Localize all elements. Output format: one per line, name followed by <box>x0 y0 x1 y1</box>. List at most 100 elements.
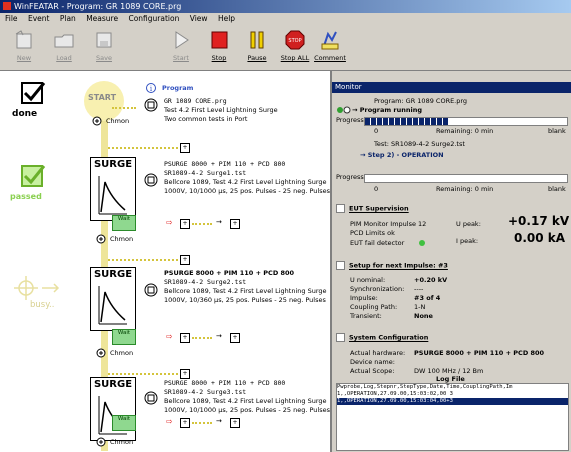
save-button[interactable]: Save <box>88 28 120 66</box>
step2-doc-icon <box>144 283 158 297</box>
stop-square-icon <box>211 31 228 49</box>
stop-all-button-label: Stop ALL <box>280 54 310 62</box>
progress-right-label: blank <box>548 127 566 135</box>
step3-box-b: + <box>230 418 240 428</box>
step-progress-zero: 0 <box>374 185 379 193</box>
pause-button[interactable]: Pause <box>241 28 273 66</box>
menu-view[interactable]: View <box>190 14 208 23</box>
window-title-bar: WinFEATAR - Program: GR 1089 CORE.prg <box>0 0 571 13</box>
chmon-icon <box>92 116 102 126</box>
menu-plan[interactable]: Plan <box>60 14 76 23</box>
menu-file[interactable]: File <box>5 14 18 23</box>
step-status: → Step 2) - OPERATION <box>360 151 444 159</box>
impulse-label: Impulse: <box>350 294 378 302</box>
actual-hw-label: Actual hardware: <box>350 349 406 357</box>
menu-event[interactable]: Event <box>28 14 50 23</box>
monitor-pane: Monitor Program: GR 1089 CORE.prg → Prog… <box>332 71 571 452</box>
monitor-title: Monitor <box>335 83 362 91</box>
step1-connector-top <box>108 147 178 149</box>
step1-box-b: + <box>230 219 240 229</box>
monitor-test-file: Test: SR1089-4-2 Surge2.tst <box>374 140 465 148</box>
step1-line3: Bellcore 1089, Test 4.2 First Level Ligh… <box>164 178 327 186</box>
step3-line3: Bellcore 1089, Test 4.2 First Level Ligh… <box>164 397 327 405</box>
menu-configuration[interactable]: Configuration <box>128 14 179 23</box>
program-note: Two common tests in Port <box>164 115 248 123</box>
setup-header[interactable]: Setup for next Impulse: #3 <box>336 261 566 270</box>
step2-line2: SR1089-4-2 Surge2.tst <box>164 278 247 286</box>
step-remaining-time: Remaining: 0 min <box>436 185 494 193</box>
step2-arrow: → <box>216 332 222 340</box>
i-peak-value: 0.00 kA <box>514 231 566 245</box>
step2-line4: 1000V, 10/360 µs, 25 pos. Pulses - 25 ne… <box>164 296 326 304</box>
transient-value: None <box>414 312 433 320</box>
load-button-label: Load <box>56 54 72 62</box>
status-busy: busy.. <box>30 300 55 310</box>
start-button[interactable]: Start <box>165 28 197 66</box>
menu-bar: File Event Plan Measure Configuration Vi… <box>0 13 571 24</box>
program-desc: Test 4.2 First Level Lightning Surge <box>164 106 278 114</box>
step3-dots <box>192 422 212 424</box>
monitor-program-file: Program: GR 1089 CORE.prg <box>374 97 468 105</box>
menu-help[interactable]: Help <box>218 14 235 23</box>
i-peak-label: I peak: <box>456 237 479 245</box>
play-icon <box>175 31 189 49</box>
save-button-label: Save <box>96 54 112 62</box>
log-row-selected[interactable]: 1,,OPERATION,27.09.00,15:03:04,00+3 <box>337 398 568 405</box>
program-progress-bar <box>364 117 568 126</box>
start-button-label: Start <box>173 54 189 62</box>
step2-red-arrow: ⇨ <box>166 332 173 341</box>
surge-waveform-icon <box>98 286 127 325</box>
eut-supervision-header[interactable]: EUT Supervision <box>336 204 566 213</box>
program-doc-icon <box>144 98 158 112</box>
new-button[interactable]: New <box>8 28 40 66</box>
step3-surge-block[interactable]: SURGE <box>90 377 136 441</box>
eut-status-led-icon <box>419 240 425 246</box>
step2-surge-block[interactable]: SURGE <box>90 267 136 331</box>
program-name: GR 1089 CORE.prg <box>164 97 227 105</box>
transient-label: Transient: <box>350 312 382 320</box>
status-done: done <box>12 109 38 119</box>
start-connector <box>112 107 136 109</box>
step1-dots <box>192 223 212 225</box>
stop-all-button[interactable]: STOP Stop ALL <box>279 28 311 66</box>
step3-line4: 1000V, 10/1000 µs, 25 pos. Pulses - 25 n… <box>164 406 331 414</box>
new-button-label: New <box>16 54 32 62</box>
pim-monitor-label: PIM Monitor Impulse 12 <box>350 220 427 228</box>
save-icon <box>96 32 112 48</box>
app-icon <box>3 2 11 10</box>
step1-line2: SR1089-4-2 Surge1.tst <box>164 169 247 177</box>
setup-section: Setup for next Impulse: #3 <box>336 261 566 270</box>
window-title: WinFEATAR - Program: GR 1089 CORE.prg <box>14 2 182 11</box>
log-row[interactable]: 1,,OPERATION,27.09.00,15:03:02,00 3 <box>337 391 568 398</box>
step-progress-bar <box>364 174 568 183</box>
load-button[interactable]: Load <box>48 28 80 66</box>
step2-line1: PSURGE 8000 + PIM 110 + PCD 800 <box>164 269 295 277</box>
sync-label: Synchronization: <box>350 285 405 293</box>
actual-hw-value: PSURGE 8000 + PIM 110 + PCD 800 <box>414 349 545 357</box>
step3-chmon-label: Chmon <box>110 438 134 446</box>
step1-red-arrow: ⇨ <box>166 218 173 227</box>
step-progress-label: Progress <box>336 173 364 181</box>
comment-button[interactable]: Comment <box>314 28 346 66</box>
program-header: Program <box>162 84 194 92</box>
log-file-list[interactable]: Pwprobe,Log,Stepnr,StepType,Date,Time,Co… <box>336 383 569 451</box>
setup-checkbox[interactable] <box>336 261 345 270</box>
u-nominal-value: +0.20 kV <box>414 276 448 284</box>
step1-arrow: → <box>216 218 222 226</box>
stop-button[interactable]: Stop <box>203 28 235 66</box>
chmon-label: Chmon <box>106 117 130 125</box>
step3-line2: SR1089-4-2 Surge3.tst <box>164 388 247 396</box>
step3-connector-top <box>108 373 178 375</box>
surge-waveform-icon <box>98 176 127 215</box>
pause-icon <box>250 31 264 49</box>
eut-fail-label: EUT fail detector <box>350 239 405 247</box>
progress-label: Progress <box>336 116 364 124</box>
sys-config-checkbox[interactable] <box>336 333 345 342</box>
menu-measure[interactable]: Measure <box>86 14 118 23</box>
eut-supervision-title: EUT Supervision <box>349 204 409 213</box>
sys-config-header[interactable]: System Configuration <box>336 333 566 342</box>
step1-surge-block[interactable]: SURGE <box>90 157 136 221</box>
step1-doc-icon <box>144 173 158 187</box>
info-icon: i <box>146 83 156 93</box>
eut-supervision-checkbox[interactable] <box>336 204 345 213</box>
